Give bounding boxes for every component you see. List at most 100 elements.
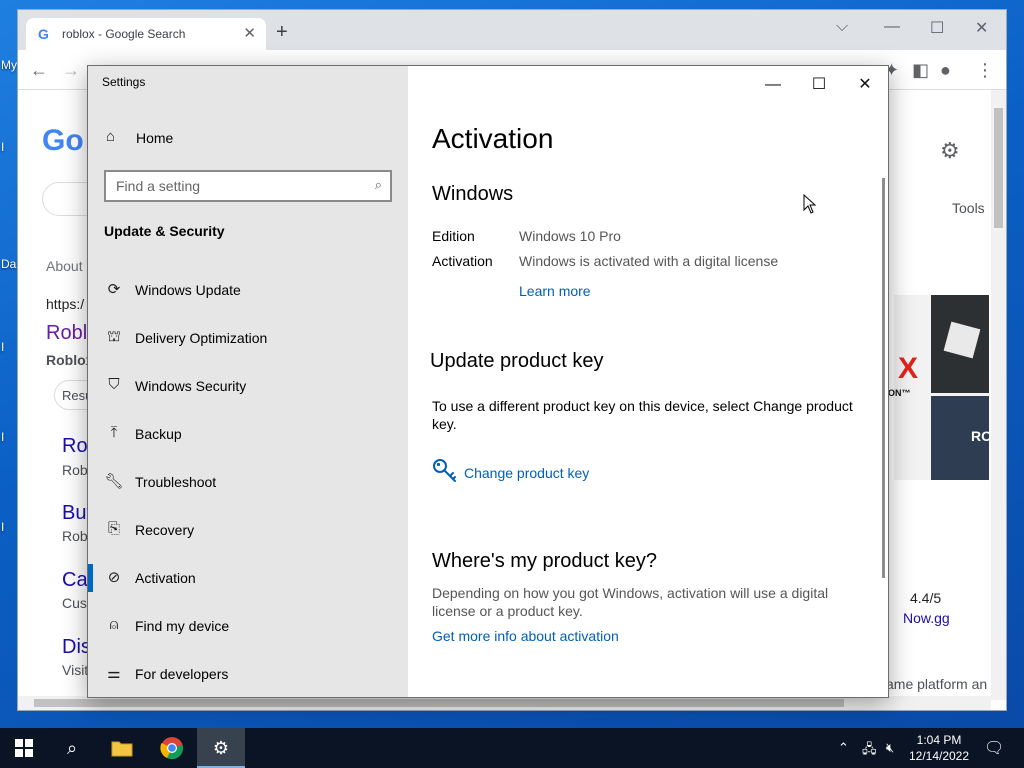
search-icon: ⌕: [66, 738, 78, 758]
nav-activation[interactable]: ⊘ Activation: [88, 556, 408, 600]
backup-arrow-icon: ⤒: [110, 424, 118, 441]
tab-search-icon[interactable]: ⌵: [836, 18, 848, 36]
clock[interactable]: 1:04 PM 12/14/2022: [902, 732, 976, 764]
activation-page: — ☐ ✕ Activation Windows Edition Windows…: [408, 66, 888, 697]
update-key-text: To use a different product key on this d…: [432, 398, 853, 432]
google-logo[interactable]: Go: [42, 124, 84, 158]
page-horizontal-scrollbar[interactable]: [18, 696, 991, 710]
where-key-text: Depending on how you got Windows, activa…: [432, 585, 829, 619]
tab-title: roblox - Google Search: [62, 27, 186, 41]
chrome-maximize-icon[interactable]: ☐: [930, 18, 944, 38]
gear-icon: ⚙: [212, 738, 230, 758]
about-results: About: [46, 258, 83, 274]
person-pin-icon: ⍝: [109, 616, 119, 633]
windows-heading: Windows: [432, 183, 514, 205]
new-tab-button[interactable]: +: [276, 21, 288, 44]
edition-label: Edition: [432, 228, 475, 244]
nav-troubleshoot[interactable]: 🔧︎ Troubleshoot: [88, 460, 408, 504]
roblox-games-image[interactable]: RO: [931, 396, 991, 480]
settings-taskbar-button[interactable]: ⚙: [197, 728, 245, 768]
roblox-icon-image[interactable]: [931, 295, 989, 393]
desktop-icon-label[interactable]: I: [1, 140, 4, 154]
nav-windows-update[interactable]: ⟳ Windows Update: [88, 268, 408, 312]
desktop-icon-label[interactable]: I: [1, 520, 4, 534]
result-title[interactable]: Ca: [62, 569, 88, 592]
snippet-text: ame platform an: [886, 676, 988, 692]
tools-button[interactable]: Tools: [952, 200, 985, 216]
shield-icon: ⛉: [108, 376, 120, 393]
chrome-close-icon[interactable]: ✕: [975, 18, 988, 38]
forward-icon[interactable]: →: [62, 60, 80, 81]
menu-kebab-icon[interactable]: ⋮: [976, 60, 994, 81]
change-product-key-link[interactable]: Change product key: [464, 465, 589, 481]
nav-windows-security[interactable]: ⛉ Windows Security: [88, 364, 408, 408]
google-favicon-icon: G: [38, 26, 49, 42]
desktop-icon-label[interactable]: Da: [1, 257, 16, 271]
browser-tab[interactable]: G roblox - Google Search ✕: [26, 18, 266, 50]
notifications-icon[interactable]: 🗨︎: [984, 738, 1004, 758]
nav-recovery[interactable]: ⎘ Recovery: [88, 508, 408, 552]
volume-muted-icon[interactable]: 🔇︎: [886, 740, 894, 756]
wrench-icon: 🔧︎: [104, 473, 124, 490]
desktop-icon-label[interactable]: My: [1, 58, 17, 72]
windows-logo-icon: [15, 739, 33, 757]
result-url[interactable]: https:/: [46, 296, 84, 312]
settings-scrollbar[interactable]: [882, 178, 885, 578]
back-icon[interactable]: ←: [30, 60, 48, 81]
update-key-heading: Update product key: [430, 350, 604, 372]
chrome-tab-bar: G roblox - Google Search ✕ + ⌵ — ☐ ✕: [18, 10, 1006, 50]
home-nav-item[interactable]: ⌂ Home: [104, 124, 394, 154]
activation-value: Windows is activated with a digital lice…: [519, 253, 779, 269]
tab-close-icon[interactable]: ✕: [243, 24, 256, 42]
home-icon: ⌂: [106, 128, 116, 145]
scrollbar-thumb[interactable]: [994, 108, 1003, 228]
show-hidden-icons-chevron-icon[interactable]: ⌃: [838, 740, 849, 756]
roblox-logo-fragment: X: [898, 352, 919, 385]
folder-icon: [111, 741, 133, 757]
mouse-cursor-icon: [803, 194, 817, 214]
delivery-icon: ⛫: [107, 328, 121, 345]
maximize-icon[interactable]: ☐: [796, 72, 842, 98]
network-icon[interactable]: 🖧︎: [862, 740, 877, 762]
check-circle-icon: ⊘: [107, 569, 121, 586]
more-info-link[interactable]: Get more info about activation: [432, 628, 619, 644]
chrome-minimize-icon[interactable]: —: [884, 18, 900, 36]
nav-label: Find my device: [135, 618, 230, 634]
nav-delivery-optimization[interactable]: ⛫ Delivery Optimization: [88, 316, 408, 360]
nav-backup[interactable]: ⤒ Backup: [88, 412, 408, 456]
roblox-logo-tm: ON™: [888, 388, 911, 398]
nav-label: Delivery Optimization: [135, 330, 268, 346]
nav-label: Backup: [135, 426, 182, 442]
search-taskbar-button[interactable]: ⌕: [48, 728, 96, 768]
settings-search-box[interactable]: ⌕: [104, 170, 392, 202]
sliders-icon: ⚌: [107, 665, 121, 682]
nav-for-developers[interactable]: ⚌ For developers: [88, 652, 408, 696]
minimize-icon[interactable]: —: [750, 72, 796, 98]
scrollbar-thumb[interactable]: [34, 699, 844, 707]
key-icon[interactable]: [432, 458, 458, 484]
tile-letters: RO: [971, 428, 991, 444]
clock-time: 1:04 PM: [916, 733, 962, 747]
start-button[interactable]: [0, 728, 48, 768]
page-scrollbar[interactable]: [991, 90, 1006, 700]
window-title: Settings: [102, 75, 146, 89]
file-explorer-button[interactable]: [98, 728, 146, 768]
learn-more-link[interactable]: Learn more: [519, 283, 591, 299]
search-input[interactable]: [116, 177, 356, 195]
nav-find-my-device[interactable]: ⍝ Find my device: [88, 604, 408, 648]
rating-source[interactable]: Now.gg: [903, 610, 950, 626]
section-title: Update & Security: [104, 223, 225, 239]
search-icon[interactable]: ⌕: [375, 177, 382, 193]
settings-gear-icon[interactable]: ⚙: [940, 138, 960, 164]
desktop-icon-label[interactable]: I: [1, 430, 4, 444]
chrome-icon: [160, 737, 183, 760]
side-panel-icon[interactable]: ◧: [912, 60, 929, 81]
close-icon[interactable]: ✕: [842, 72, 888, 98]
recovery-icon: ⎘: [107, 520, 120, 537]
profile-icon[interactable]: ●: [940, 60, 951, 81]
chrome-taskbar-button[interactable]: [148, 728, 196, 768]
desktop-icon-label[interactable]: I: [1, 340, 4, 354]
result-title[interactable]: Robl: [46, 322, 87, 345]
rating-value: 4.4/5: [910, 590, 942, 606]
nav-label: Troubleshoot: [135, 474, 217, 490]
